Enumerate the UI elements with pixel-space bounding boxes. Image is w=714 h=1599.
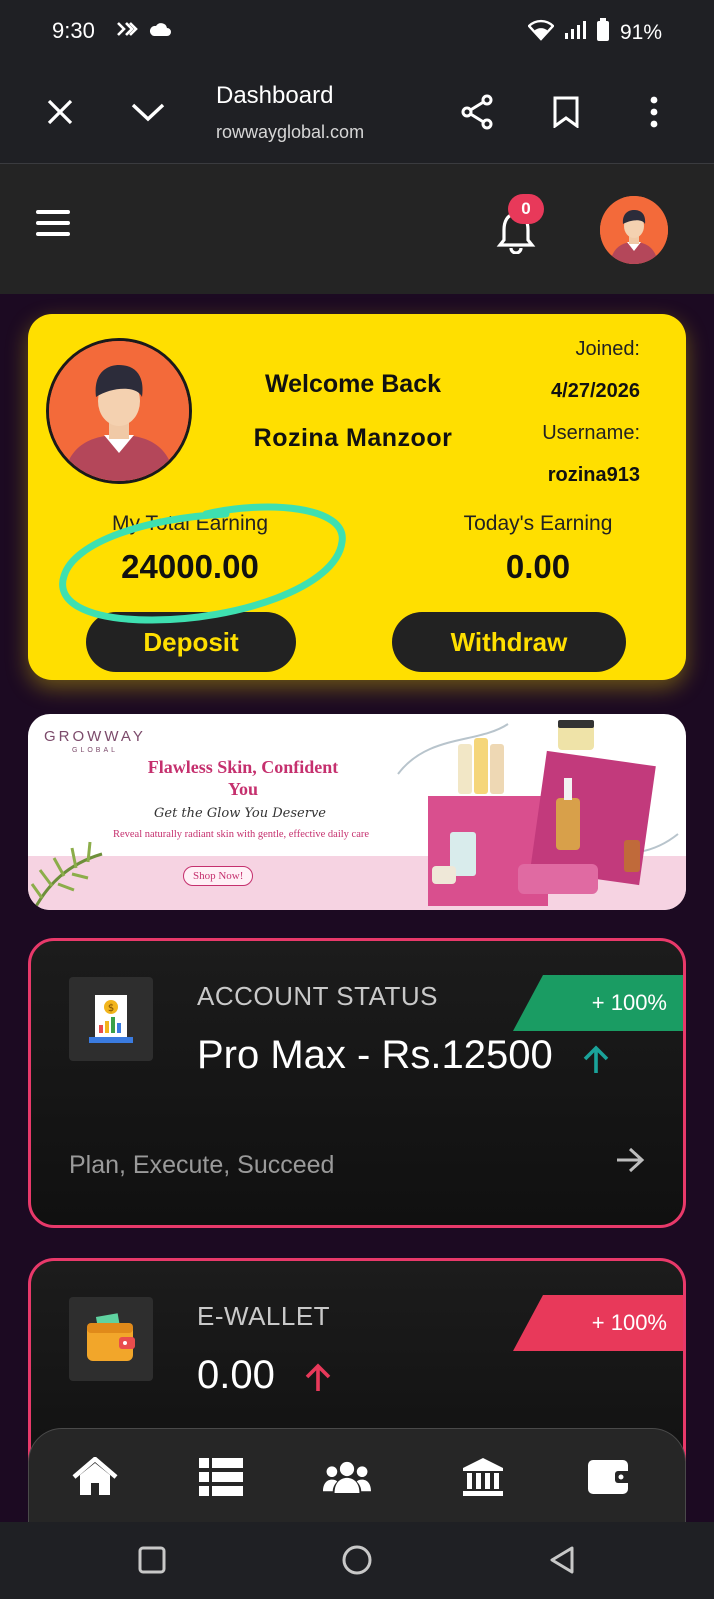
report-icon: $ [69, 977, 153, 1061]
bank-icon[interactable] [459, 1455, 507, 1499]
more-vert-icon[interactable] [632, 90, 676, 134]
deposit-button[interactable]: Deposit [86, 612, 296, 672]
wallet-card-icon [69, 1297, 153, 1381]
cloud-icon [148, 20, 172, 43]
wifi-icon [527, 19, 555, 47]
product-image [397, 720, 679, 906]
e-wallet-label: E-WALLET [197, 1301, 331, 1331]
bottom-nav [28, 1428, 686, 1528]
recents-icon[interactable] [132, 1540, 172, 1580]
status-time: 9:30 [52, 18, 95, 43]
chevron-down-icon[interactable] [126, 90, 170, 134]
today-earning-value: 0.00 [505, 548, 571, 585]
system-nav-bar [0, 1522, 714, 1599]
profile-avatar [46, 338, 192, 484]
svg-text:$: $ [108, 1003, 114, 1014]
banner-headline: Flawless Skin, Confident You [147, 757, 339, 799]
battery-percent: 91% [619, 21, 662, 44]
arrow-up-icon [581, 1045, 611, 1080]
signal-icon [564, 20, 586, 46]
share-icon[interactable] [456, 90, 500, 134]
arrow-up-icon [303, 1363, 333, 1398]
e-wallet-value: 0.00 [197, 1353, 275, 1397]
welcome-card: Welcome Back Rozina Manzoor Joined: 4/27… [28, 314, 686, 680]
account-status-value: Pro Max - Rs.12500 [197, 1033, 553, 1077]
total-earning-value: 24000.00 [121, 548, 259, 585]
username-value: rozina913 [547, 464, 640, 486]
welcome-greeting: Welcome Back [264, 370, 441, 398]
page-title: Dashboard [216, 82, 334, 109]
account-status-tagline: Plan, Execute, Succeed [69, 1151, 335, 1179]
close-icon[interactable] [38, 90, 82, 134]
menu-icon[interactable] [36, 210, 76, 246]
shop-now-button[interactable]: Shop Now! [183, 866, 254, 886]
promo-banner[interactable]: GROWWAY GLOBAL Flawless Skin, Confident … [28, 714, 686, 910]
arrow-right-icon[interactable] [615, 1147, 645, 1181]
back-icon[interactable] [542, 1540, 582, 1580]
wallet-icon[interactable] [585, 1455, 633, 1499]
link-icon [116, 20, 140, 43]
total-earning-label: My Total Earning [111, 512, 269, 535]
bookmark-icon[interactable] [544, 90, 588, 134]
banner-logo: GROWWAY [44, 728, 146, 745]
username-label: Username: [542, 422, 640, 444]
page-url[interactable]: rowwayglobal.com [216, 122, 364, 143]
notification-badge: 0 [508, 194, 544, 224]
battery-icon [596, 18, 610, 48]
account-status-card[interactable]: $ ACCOUNT STATUS Pro Max - Rs.12500 + 10… [28, 938, 686, 1228]
home-circle-icon[interactable] [337, 1540, 377, 1580]
growth-badge: + 100% [513, 975, 683, 1031]
joined-date: 4/27/2026 [551, 380, 640, 402]
status-bar: 9:30 91% [0, 0, 714, 60]
user-full-name: Rozina Manzoor [253, 424, 453, 452]
browser-toolbar: Dashboard rowwayglobal.com [0, 60, 714, 164]
banner-tagline: Get the Glow You Deserve [153, 806, 326, 821]
list-icon[interactable] [197, 1455, 245, 1499]
banner-subtext: Reveal naturally radiant skin with gentl… [112, 829, 370, 840]
today-earning-label: Today's Earning [463, 512, 613, 535]
leaf-icon [30, 841, 103, 910]
home-icon[interactable] [71, 1455, 119, 1499]
withdraw-button[interactable]: Withdraw [392, 612, 626, 672]
account-status-label: ACCOUNT STATUS [197, 981, 439, 1011]
banner-logo-sub: GLOBAL [72, 747, 119, 754]
growth-badge: + 100% [513, 1295, 683, 1351]
joined-label: Joined: [575, 338, 641, 360]
avatar[interactable] [600, 196, 668, 264]
users-icon[interactable] [323, 1455, 371, 1499]
